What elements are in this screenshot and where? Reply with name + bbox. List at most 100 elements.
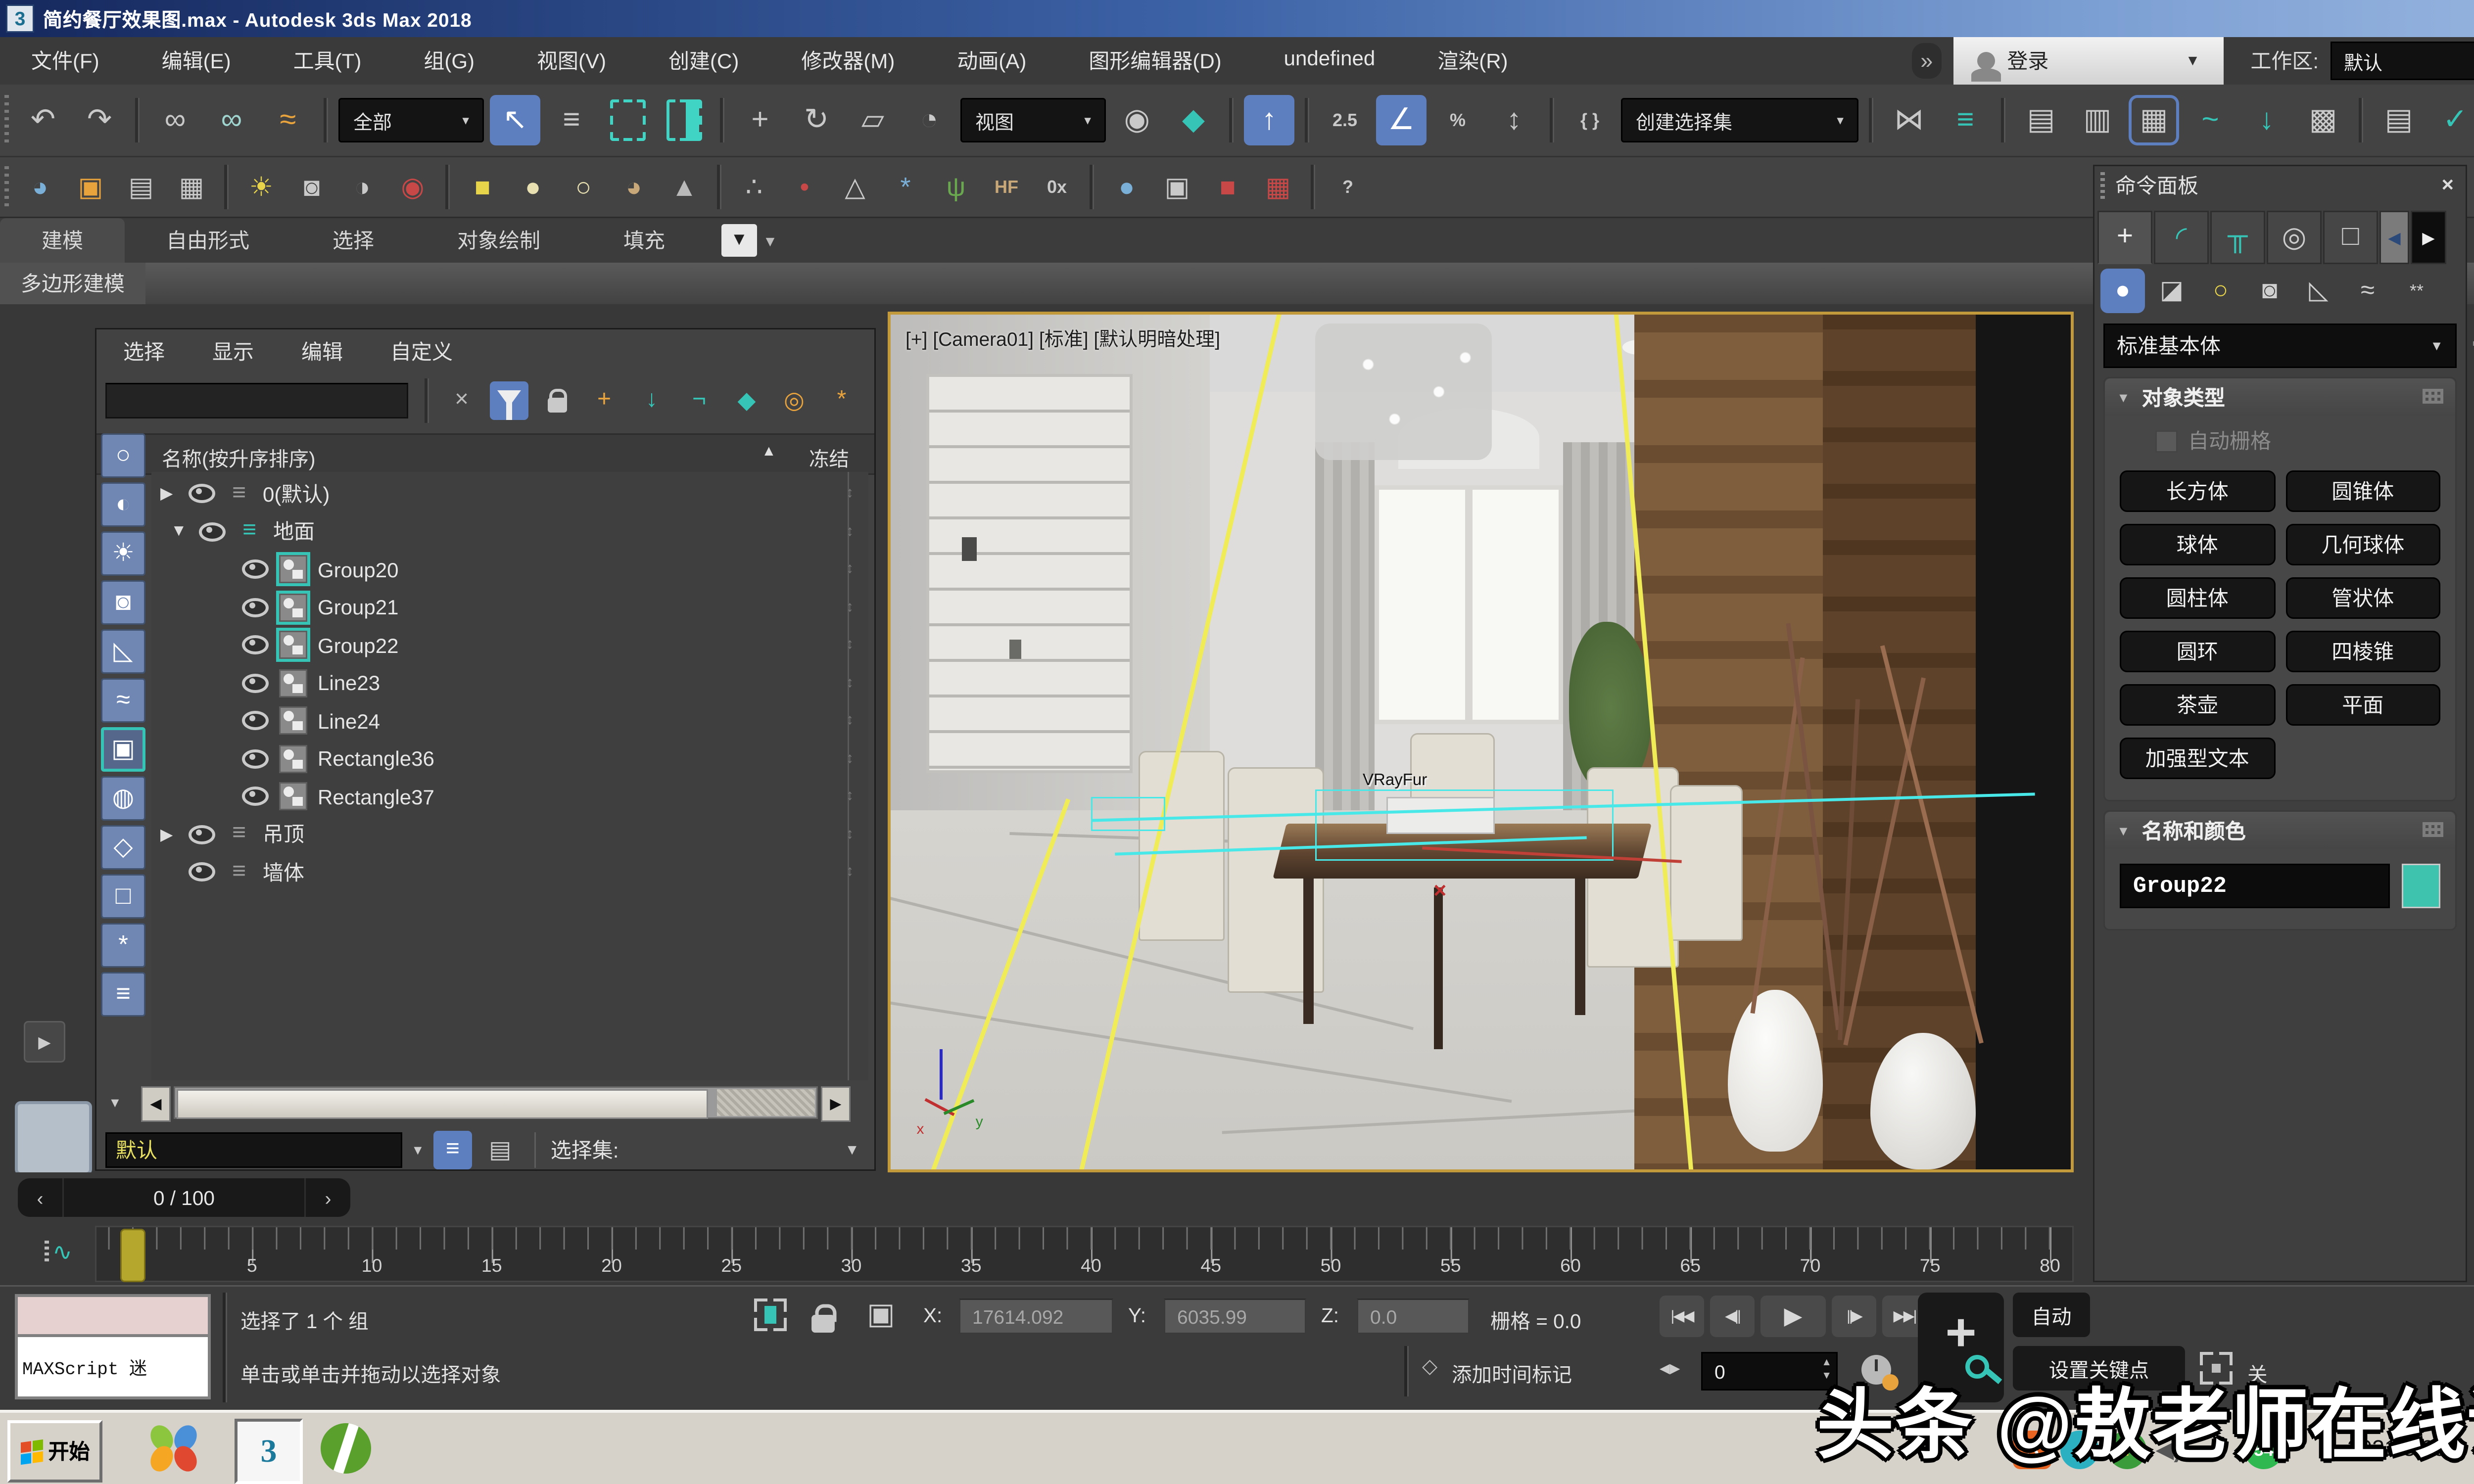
cone-primitive-icon[interactable]: ▲ (662, 165, 707, 209)
camera-tripod-icon[interactable]: ◙ (289, 165, 334, 209)
explorer-column-header[interactable]: 名称(按升序排序) ▲ 冻结 (96, 433, 874, 475)
visibility-eye-icon[interactable] (242, 711, 269, 730)
filter-funnel-icon[interactable] (490, 381, 528, 420)
pick-add-icon[interactable]: + (585, 381, 623, 420)
subtab-helpers-icon[interactable]: ◺ (2296, 269, 2341, 313)
filter-bones-icon[interactable]: ◇ (101, 825, 145, 870)
menu-item-2[interactable]: 工具(T) (262, 46, 393, 76)
freeze-cell-icon[interactable]: ↕ (846, 485, 854, 502)
undo-icon[interactable]: ↶ (18, 95, 68, 145)
autogrid-checkbox[interactable] (2155, 430, 2178, 452)
scene-row-地面[interactable]: ▼≡地面↕ (151, 513, 868, 550)
create-球体-button[interactable]: 球体 (2120, 524, 2275, 565)
tab-motion-icon[interactable]: ◎ (2267, 211, 2322, 264)
redo-icon[interactable]: ↷ (74, 95, 125, 145)
scene-row-Line23[interactable]: Line23↕ (151, 664, 868, 701)
freeze-cell-icon[interactable]: ↕ (846, 788, 854, 804)
scroll-right-button[interactable]: ▶ (821, 1086, 851, 1122)
menu-item-8[interactable]: 图形编辑器(D) (1057, 46, 1252, 76)
name-color-rollout-header[interactable]: ▼ 名称和颜色 (2105, 812, 2455, 849)
tab-scroll-left-icon[interactable]: ◀ (2379, 211, 2409, 264)
subtab-lights-icon[interactable]: ○ (2198, 269, 2243, 313)
sort-arrow-icon[interactable]: ▲ (761, 444, 776, 460)
visibility-eye-icon[interactable] (242, 673, 269, 693)
render-setup-dialog-icon[interactable]: ▤ (119, 165, 163, 209)
create-长方体-button[interactable]: 长方体 (2120, 470, 2275, 512)
y-coordinate-field[interactable]: 6035.99 (1164, 1298, 1306, 1334)
explorer-menu-选择[interactable]: 选择 (123, 337, 165, 367)
selection-filter-dropdown[interactable]: 全部▾ (338, 98, 484, 142)
tab-modify-icon[interactable]: ◜ (2154, 211, 2209, 264)
scene-row-Rectangle36[interactable]: Rectangle36↕ (151, 740, 868, 777)
named-selection-sets-dropdown[interactable]: 创建选择集▾ (1621, 98, 1858, 142)
maxscript-listener-pink[interactable] (15, 1294, 211, 1334)
viewport-layout-tab[interactable] (15, 1101, 92, 1175)
render-teapot-icon[interactable]: ◕ (18, 165, 62, 209)
select-object-icon[interactable]: ↖ (490, 95, 540, 145)
explorer-search-input[interactable] (105, 383, 408, 418)
particle-dots-icon[interactable]: ∴ (732, 165, 776, 209)
light-lister-icon[interactable]: ☀ (239, 165, 284, 209)
scene-row-Group20[interactable]: Group20↕ (151, 551, 868, 588)
visibility-eye-icon[interactable] (242, 749, 269, 768)
mini-curve-editor-icon[interactable]: ∿ (42, 1232, 83, 1273)
visibility-eye-icon[interactable] (242, 559, 269, 579)
visibility-eye-icon[interactable] (189, 484, 215, 503)
crossing-selection-icon[interactable] (659, 95, 710, 145)
track-ruler[interactable]: 5101520253035404550556065707580 (95, 1226, 2074, 1282)
explorer-menu-自定义[interactable]: 自定义 (390, 337, 453, 367)
mirror-icon[interactable]: ⋈ (1884, 95, 1934, 145)
select-and-rotate-icon[interactable]: ↻ (791, 95, 842, 145)
menu-item-7[interactable]: 动画(A) (926, 46, 1057, 76)
bind-to-space-warp-icon[interactable]: ≈ (263, 95, 313, 145)
use-pivot-point-center-icon[interactable]: ◉ (1112, 95, 1162, 145)
sphere-gizmo-icon[interactable]: • (782, 165, 827, 209)
add-time-tag[interactable]: 添加时间标记 (1452, 1358, 1572, 1388)
lock-explorer-icon[interactable] (537, 381, 576, 420)
snaps-toggle-icon[interactable]: 2.5 (1320, 95, 1370, 145)
container-red-icon[interactable]: ■ (1205, 165, 1250, 209)
menu-item-5[interactable]: 创建(C) (637, 46, 770, 76)
shade-selected-icon[interactable]: ◑ (340, 165, 384, 209)
align-icon[interactable]: ≡ (1940, 95, 1991, 145)
primitive-category-dropdown[interactable]: 标准基本体 ▼ (2103, 324, 2457, 368)
create-四棱锥-button[interactable]: 四棱锥 (2285, 631, 2441, 672)
sphere-light-icon[interactable]: ● (511, 165, 555, 209)
create-平面-button[interactable]: 平面 (2285, 684, 2441, 726)
freeze-column-header[interactable]: 冻结 (809, 442, 849, 472)
menu-item-1[interactable]: 编辑(E) (131, 46, 262, 76)
scene-row-墙体[interactable]: ≡墙体↕ (151, 853, 868, 890)
freeze-cell-icon[interactable]: ↕ (846, 523, 854, 540)
filter-groups-icon[interactable]: ▣ (101, 727, 145, 772)
scene-row-Line24[interactable]: Line24↕ (151, 702, 868, 739)
workspace-dropdown[interactable]: 默认 ▾ (2331, 42, 2474, 80)
angle-snap-icon[interactable]: ∠ (1376, 95, 1427, 145)
stereo-camera-icon[interactable]: ◉ (390, 165, 435, 209)
keyboard-shortcut-override-icon[interactable]: ↑ (1244, 95, 1294, 145)
ribbon-tab-自由形式[interactable]: 自由形式 (125, 218, 291, 263)
prev-frame-arrow[interactable]: ‹ (18, 1187, 62, 1209)
expand-all-icon[interactable]: ◆ (727, 381, 766, 420)
corel-taskbar-icon[interactable] (315, 1419, 377, 1478)
chevron-down-icon[interactable]: ▼ (845, 1142, 859, 1159)
hf-modifier-icon[interactable]: HF (984, 165, 1029, 209)
toggle-layer-explorer-icon[interactable]: ▥ (2072, 95, 2123, 145)
z-coordinate-field[interactable]: 0.0 (1357, 1298, 1470, 1334)
grass-foliage-icon[interactable]: ψ (934, 165, 978, 209)
building-icon[interactable]: ▦ (1256, 165, 1300, 209)
chevron-down-icon[interactable]: ▼ (108, 1095, 122, 1110)
ribbon-tab-建模[interactable]: 建模 (0, 218, 125, 263)
tab-display-icon[interactable]: □ (2323, 211, 2378, 264)
scene-row-Group21[interactable]: Group21↕ (151, 589, 868, 626)
explorer-menu-编辑[interactable]: 编辑 (301, 337, 343, 367)
selection-lock-icon[interactable] (811, 1315, 835, 1333)
command-panel-title-row[interactable]: 命令面板 × (2094, 166, 2466, 205)
select-and-manipulate-icon[interactable]: ◆ (1168, 95, 1219, 145)
freeze-cell-icon[interactable]: ↕ (846, 712, 854, 729)
visibility-eye-icon[interactable] (189, 825, 215, 844)
auto-key-button[interactable]: 自动 (2013, 1293, 2090, 1337)
select-and-move-icon[interactable]: + (735, 95, 785, 145)
ribbon-tab-对象绘制[interactable]: 对象绘制 (416, 218, 582, 263)
expander-icon[interactable]: ▶ (160, 484, 178, 503)
scene-row-吊顶[interactable]: ▶≡吊顶↕ (151, 816, 868, 853)
